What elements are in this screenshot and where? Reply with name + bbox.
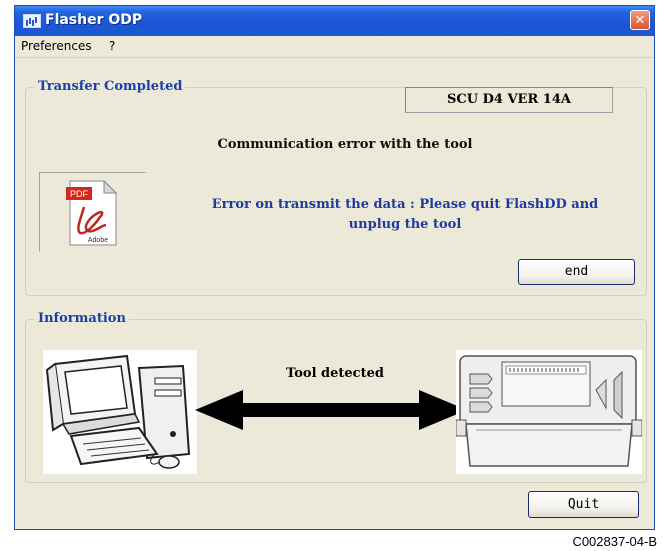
end-button[interactable]: end bbox=[518, 259, 635, 285]
close-button[interactable]: ✕ bbox=[630, 10, 650, 30]
menu-help[interactable]: ? bbox=[109, 39, 115, 53]
communication-error-text: Communication error with the tool bbox=[217, 137, 473, 152]
transmit-error-line-2: unplug the tool bbox=[348, 217, 462, 232]
figure-caption: C002837-04-B bbox=[572, 534, 657, 549]
pdf-icon-frame: PDF Adobe bbox=[39, 172, 146, 252]
app-icon bbox=[23, 14, 41, 28]
tool-device-icon bbox=[455, 350, 643, 474]
double-arrow-icon bbox=[195, 390, 467, 430]
computer-icon bbox=[43, 350, 197, 474]
pdf-document-icon: PDF Adobe bbox=[66, 179, 118, 246]
title-bar[interactable]: Flasher ODP ✕ bbox=[15, 6, 654, 36]
transfer-group-title: Transfer Completed bbox=[35, 79, 186, 94]
menu-bar: Preferences ? bbox=[15, 36, 654, 58]
pdf-brand-text: Adobe bbox=[88, 237, 108, 244]
pdf-badge-text: PDF bbox=[70, 189, 89, 199]
menu-preferences[interactable]: Preferences bbox=[21, 39, 92, 53]
transmit-error-message: Error on transmit the data : Please quit… bbox=[165, 195, 645, 235]
flasher-window: Flasher ODP ✕ Preferences ? Transfer Com… bbox=[14, 5, 655, 530]
transmit-error-line-1: Error on transmit the data : Please quit… bbox=[211, 197, 599, 212]
tool-status-text: Tool detected bbox=[286, 366, 384, 381]
version-field: SCU D4 VER 14A bbox=[405, 87, 613, 113]
quit-button[interactable]: Quit bbox=[528, 491, 639, 518]
information-group-title: Information bbox=[35, 311, 129, 326]
window-title: Flasher ODP bbox=[45, 12, 143, 28]
